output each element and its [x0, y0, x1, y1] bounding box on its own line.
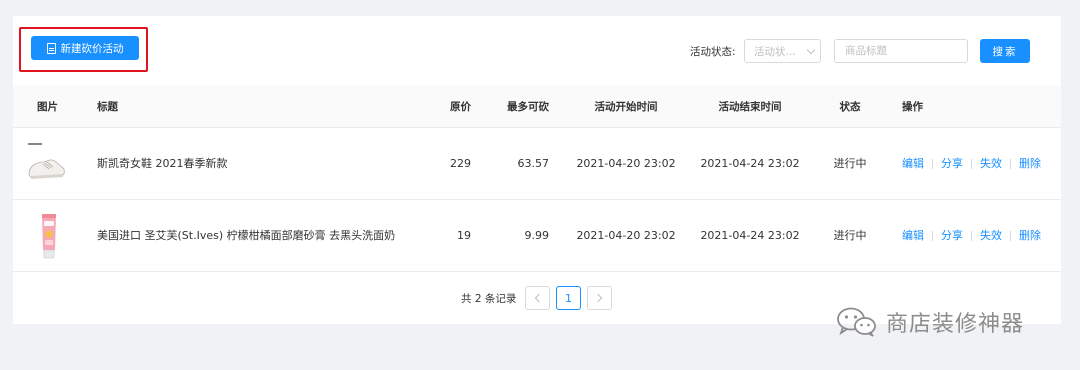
divider	[1010, 159, 1011, 169]
column-header-actions: 操作	[902, 101, 923, 113]
prev-page-button[interactable]	[525, 286, 550, 310]
start-time: 2021-04-20 23:02	[576, 229, 676, 242]
original-price: 19	[457, 229, 471, 242]
status-select-placeholder: 活动状...	[754, 45, 796, 58]
divider	[971, 231, 972, 241]
end-time: 2021-04-24 23:02	[700, 229, 800, 242]
end-time: 2021-04-24 23:02	[700, 157, 800, 170]
share-link[interactable]: 分享	[941, 128, 963, 200]
status-select[interactable]: 活动状...	[744, 39, 821, 63]
watermark: 商店装修神器	[836, 306, 1024, 338]
new-bargain-activity-button[interactable]: 新建砍价活动	[31, 36, 139, 60]
delete-link[interactable]: 删除	[1019, 200, 1041, 272]
status-text: 进行中	[833, 229, 867, 242]
max-cut-value: 9.99	[524, 229, 550, 242]
max-cut-value: 63.57	[517, 157, 550, 170]
divider	[932, 231, 933, 241]
column-header-max-cut: 最多可砍	[507, 101, 549, 113]
divider	[971, 159, 972, 169]
column-header-start-time: 活动开始时间	[594, 101, 658, 113]
share-link[interactable]: 分享	[941, 200, 963, 272]
edit-link[interactable]: 编辑	[902, 128, 924, 200]
page-button-current[interactable]: 1	[556, 286, 581, 310]
next-page-button[interactable]	[587, 286, 612, 310]
total-records: 共 2 条记录	[461, 293, 517, 305]
status-filter-label: 活动状态:	[690, 46, 736, 58]
column-header-title: 标题	[97, 101, 118, 113]
divider	[1010, 231, 1011, 241]
column-header-status: 状态	[839, 101, 861, 113]
wechat-icon	[837, 307, 876, 337]
chevron-left-icon	[534, 293, 544, 303]
watermark-text: 商店装修神器	[886, 312, 1025, 337]
invalidate-link[interactable]: 失效	[980, 128, 1002, 200]
row-actions: 编辑 分享 失效 删除	[902, 128, 1041, 200]
document-icon	[46, 42, 56, 54]
delete-link[interactable]: 删除	[1019, 128, 1041, 200]
face-wash-tube-image	[42, 214, 56, 259]
row-actions: 编辑 分享 失效 删除	[902, 200, 1041, 272]
new-bargain-activity-label: 新建砍价活动	[60, 42, 124, 55]
invalidate-link[interactable]: 失效	[980, 200, 1002, 272]
chevron-right-icon	[593, 293, 603, 303]
table-row: 美国进口 圣艾芙(St.Ives) 柠檬柑橘面部磨砂膏 去黑头洗面奶 19 9.…	[13, 200, 1061, 272]
column-header-end-time: 活动结束时间	[718, 101, 782, 113]
white-sneaker-image	[28, 143, 65, 179]
edit-link[interactable]: 编辑	[902, 200, 924, 272]
product-title: 斯凯奇女鞋 2021春季新款	[97, 157, 228, 170]
status-text: 进行中	[833, 157, 867, 170]
table-row: 斯凯奇女鞋 2021春季新款 229 63.57 2021-04-20 23:0…	[13, 128, 1061, 200]
divider	[932, 159, 933, 169]
product-title-input[interactable]	[834, 39, 968, 63]
chevron-down-icon	[806, 45, 816, 54]
column-header-original-price: 原价	[450, 101, 471, 113]
original-price: 229	[450, 157, 471, 170]
column-header-image: 图片	[37, 101, 58, 113]
search-button[interactable]: 搜索	[980, 39, 1030, 63]
table-header: 图片 标题 原价 最多可砍 活动开始时间 活动结束时间 状态 操作	[13, 86, 1061, 128]
product-title: 美国进口 圣艾芙(St.Ives) 柠檬柑橘面部磨砂膏 去黑头洗面奶	[97, 229, 396, 242]
start-time: 2021-04-20 23:02	[576, 157, 676, 170]
